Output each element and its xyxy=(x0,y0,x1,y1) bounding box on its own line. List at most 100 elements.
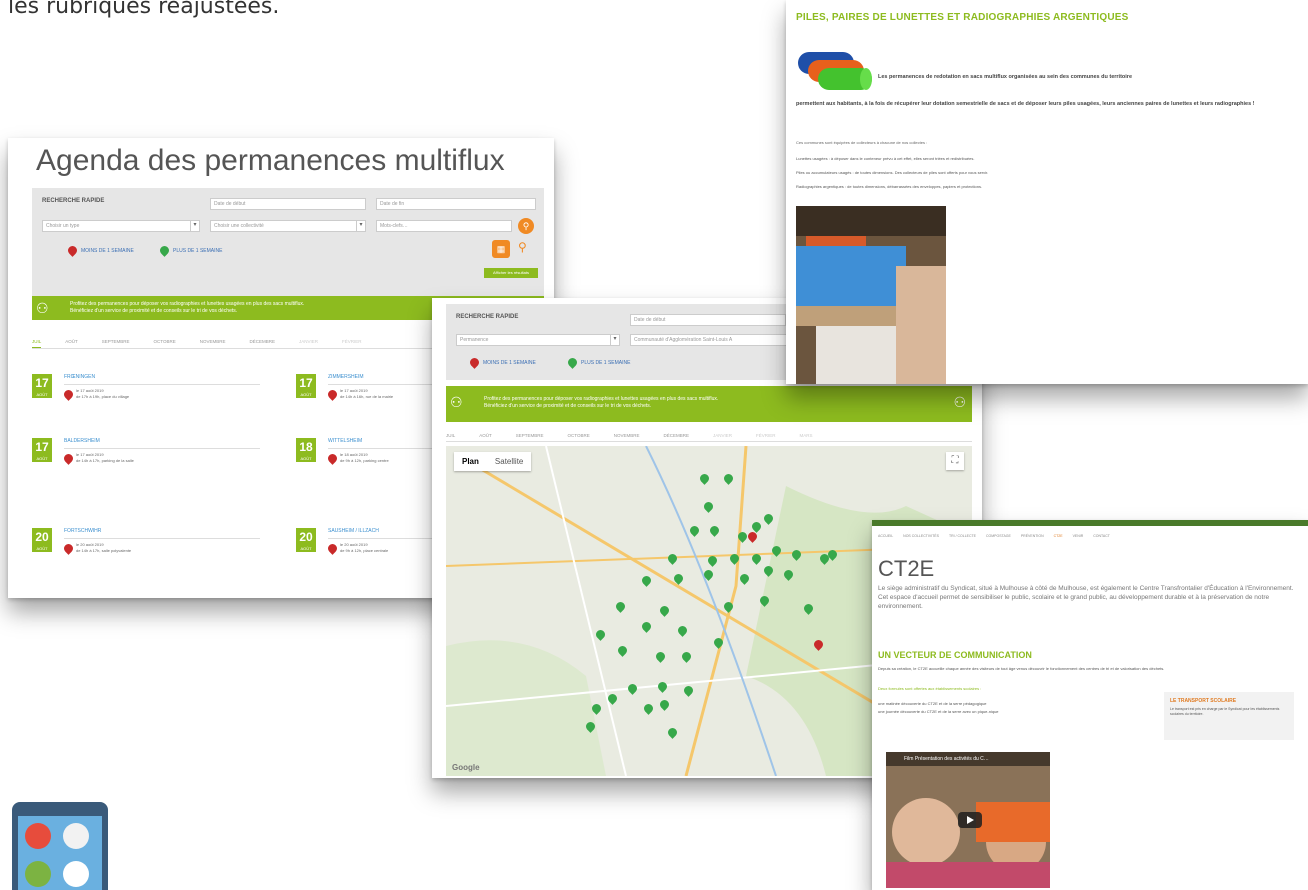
event-detail-text: de 9h à 12h, place centrale xyxy=(340,548,389,553)
event-town[interactable]: SAUSHEIM / ILLZACH xyxy=(328,528,379,534)
banner-line-1: Profitez des permanences pour déposer vo… xyxy=(70,301,305,307)
keywords-input[interactable]: Mots-clefs… xyxy=(376,220,512,232)
tab-month[interactable]: NOVEMBRE xyxy=(200,336,226,348)
play-button[interactable] xyxy=(958,812,982,828)
event-town[interactable]: BALDERSHEIM xyxy=(64,438,100,444)
event-town[interactable]: ZIMMERSHEIM xyxy=(328,374,364,380)
type-select[interactable]: Choisir un type ▾ xyxy=(42,220,200,232)
event-day: 17 xyxy=(35,376,49,390)
tab-month[interactable]: JANVIER xyxy=(299,336,318,348)
green-pin-icon xyxy=(566,356,579,369)
search-button[interactable]: ⚲ xyxy=(518,218,534,234)
event-detail-text: de 14h à 17h, salle polyvalente xyxy=(76,548,132,553)
commune-select[interactable]: Choisir une collectivité ▾ xyxy=(210,220,366,232)
type-select[interactable]: Permanence ▾ xyxy=(456,334,620,346)
event-detail: le 17 août 2019 de 14h à 16h, rue de la m… xyxy=(340,388,393,400)
red-pin-icon xyxy=(326,452,339,465)
nav-item[interactable]: CONTACT xyxy=(1093,534,1110,538)
event-day: 18 xyxy=(299,440,313,454)
tablet-app-icons xyxy=(25,823,89,887)
red-pin-icon xyxy=(62,388,75,401)
tab-satellite[interactable]: Satellite xyxy=(487,452,531,471)
tab-month[interactable]: OCTOBRE xyxy=(568,430,590,441)
event-card[interactable]: 17 AOÛT FRŒNINGEN le 17 août 2019 de 17h à… xyxy=(32,374,262,434)
banner-text: Profitez des permanences pour déposer vo… xyxy=(70,301,304,314)
show-results-button[interactable]: Afficher les résultats xyxy=(484,268,538,278)
tab-month[interactable]: OCTOBRE xyxy=(154,336,176,348)
event-town[interactable]: WITTELSHEIM xyxy=(328,438,362,444)
date-to-field[interactable]: Date de fin xyxy=(376,198,536,210)
event-day: 17 xyxy=(299,376,313,390)
tab-month[interactable]: DÉCEMBRE xyxy=(249,336,275,348)
quick-search-label: RECHERCHE RAPIDE xyxy=(456,314,519,320)
date-from-field[interactable]: Date de début xyxy=(210,198,366,210)
legend-more-week: PLUS DE 1 SEMAINE xyxy=(158,244,222,257)
red-pin-icon xyxy=(66,244,79,257)
event-month: AOÛT xyxy=(300,546,312,551)
event-month: AOÛT xyxy=(300,456,312,461)
event-date-badge: 17 AOÛT xyxy=(32,438,52,462)
event-town[interactable]: FORTSCHWIHR xyxy=(64,528,101,534)
tab-month[interactable]: AOÛT xyxy=(479,430,492,441)
event-detail: le 20 août 2019 de 14h à 17h, salle polyv… xyxy=(76,542,131,554)
bullet-list: une matinée découverte du CT2E et de la … xyxy=(878,700,1148,716)
date-from-field[interactable]: Date de début xyxy=(630,314,786,326)
event-card[interactable]: 20 AOÛT FORTSCHWIHR le 20 août 2019 de 14h… xyxy=(32,528,262,588)
quick-search-label: RECHERCHE RAPIDE xyxy=(42,198,105,204)
chevron-down-icon: ▾ xyxy=(190,221,199,231)
info-banner: ⚇ Profitez des permanences pour déposer … xyxy=(446,386,972,422)
nav-item[interactable]: PRÉVENTION xyxy=(1021,534,1044,538)
ct2e-screenshot: ACCUEIL NOS COLLECTIVITÉS TRI / COLLECTE… xyxy=(872,520,1308,890)
tab-month[interactable]: FÉVRIER xyxy=(756,430,776,441)
nav-item[interactable]: VENIR xyxy=(1073,534,1084,538)
event-date-badge: 17 AOÛT xyxy=(32,374,52,398)
event-town[interactable]: FRŒNINGEN xyxy=(64,374,95,380)
nav-item[interactable]: COMPOSTAGE xyxy=(986,534,1011,538)
month-tabs: JUIL AOÛT SEPTEMBRE OCTOBRE NOVEMBRE DÉC… xyxy=(446,430,972,442)
map-pin-view-button[interactable]: ⚲ xyxy=(518,240,527,254)
event-date-badge: 18 AOÛT xyxy=(296,438,316,462)
banner-line-2: Bénéficiez d'un service de proximité et … xyxy=(70,307,238,314)
tab-month[interactable]: JUIL xyxy=(446,430,455,441)
transport-title: LE TRANSPORT SCOLAIRE xyxy=(1170,698,1237,704)
tab-month[interactable]: FÉVRIER xyxy=(342,336,362,348)
page-title: CT2E xyxy=(878,556,935,581)
event-detail: le 18 août 2019 de 9h à 12h, parking cent… xyxy=(340,452,389,464)
chevron-down-icon: ▾ xyxy=(356,221,365,231)
tab-month[interactable]: NOVEMBRE xyxy=(614,430,640,441)
video-player[interactable]: Film Présentation des activités du C… xyxy=(886,752,1050,888)
banner-line-2: Bénéficiez d'un service de proximité et … xyxy=(484,402,652,409)
legend-less-week: MOINS DE 1 SEMAINE xyxy=(468,356,536,369)
nav-item[interactable]: TRI / COLLECTE xyxy=(949,534,976,538)
event-month: AOÛT xyxy=(36,456,48,461)
tab-month[interactable]: JANVIER xyxy=(713,430,732,441)
google-logo: Google xyxy=(452,763,480,772)
divider xyxy=(64,448,260,449)
nav-item[interactable]: NOS COLLECTIVITÉS xyxy=(903,534,939,538)
grid-view-button[interactable]: ▦ xyxy=(492,240,510,258)
event-date-badge: 17 AOÛT xyxy=(296,374,316,398)
map-pin-icon: ⚲ xyxy=(518,240,527,254)
search-icon: ⚲ xyxy=(522,221,530,231)
list-item: une journée découverte du CT2E et de la … xyxy=(878,709,999,714)
divider xyxy=(64,538,260,539)
fullscreen-button[interactable]: ⛶ xyxy=(946,452,964,470)
tab-month[interactable]: MARS xyxy=(800,430,813,441)
nav-item-active[interactable]: CT2E xyxy=(1054,534,1063,538)
event-detail-text: de 9h à 12h, parking centre xyxy=(340,458,389,463)
red-pin-icon xyxy=(468,356,481,369)
red-pin-icon xyxy=(62,452,75,465)
top-nav: ACCUEIL NOS COLLECTIVITÉS TRI / COLLECTE… xyxy=(878,534,1110,538)
glasses-icon: ⚇ xyxy=(450,394,463,410)
event-month: AOÛT xyxy=(300,392,312,397)
nav-item[interactable]: ACCUEIL xyxy=(878,534,893,538)
tab-month[interactable]: DÉCEMBRE xyxy=(663,430,689,441)
tab-month[interactable]: SEPTEMBRE xyxy=(102,336,130,348)
tab-month[interactable]: SEPTEMBRE xyxy=(516,430,544,441)
tab-plan[interactable]: Plan xyxy=(454,452,487,471)
lead-text-1: Les permanences de redotation en sacs mu… xyxy=(878,74,1132,80)
lead-text-2: permettent aux habitants, à la fois de r… xyxy=(796,101,1255,107)
tab-month[interactable]: JUIL xyxy=(32,336,42,348)
event-card[interactable]: 17 AOÛT BALDERSHEIM le 17 août 2019 de 14h… xyxy=(32,438,262,498)
tab-month[interactable]: AOÛT xyxy=(65,336,78,348)
